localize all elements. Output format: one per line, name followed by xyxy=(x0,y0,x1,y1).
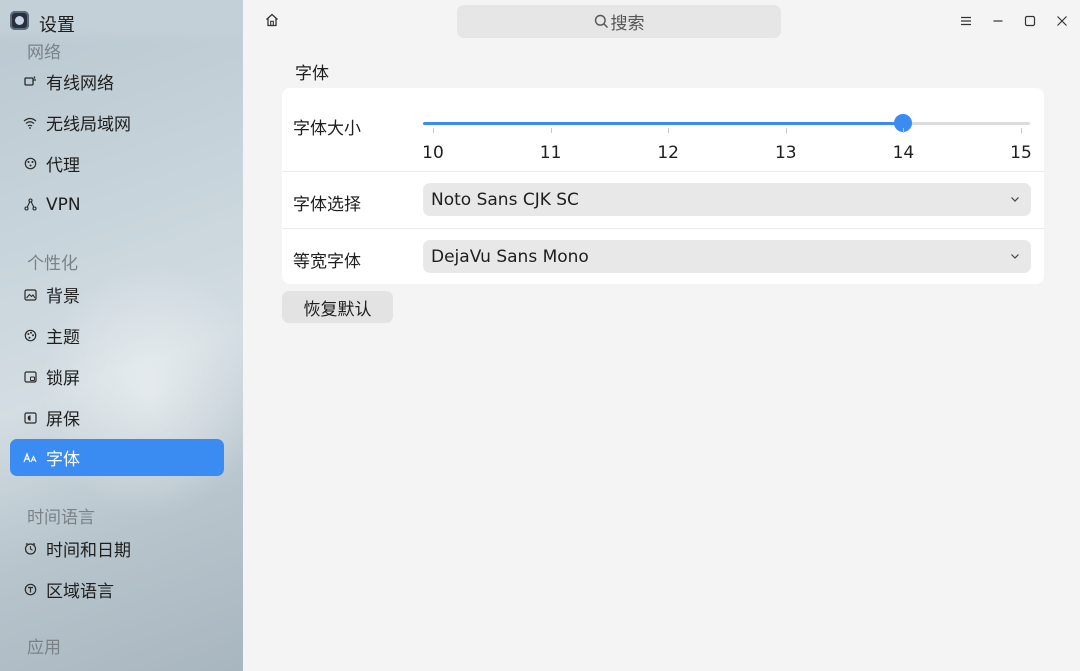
wifi-icon xyxy=(23,116,37,130)
sidebar-item-time-date[interactable]: 时间和日期 xyxy=(10,530,224,567)
wallpaper-icon xyxy=(23,288,37,302)
sidebar-item-wired-network[interactable]: 有线网络 xyxy=(10,63,224,100)
home-icon xyxy=(266,13,278,27)
chevron-down-icon xyxy=(1011,254,1019,259)
lock-screen-icon xyxy=(23,370,37,384)
sidebar-item-label: VPN xyxy=(46,194,81,215)
close-icon xyxy=(1057,16,1067,26)
sidebar-item-label: 时间和日期 xyxy=(46,541,131,561)
sidebar-item-lock-screen[interactable]: 锁屏 xyxy=(10,358,224,395)
clock-icon xyxy=(23,542,37,556)
search-placeholder: 搜索 xyxy=(610,14,645,34)
slider-fill xyxy=(423,122,904,125)
vpn-icon xyxy=(23,198,37,212)
sidebar-item-wallpaper[interactable]: 背景 xyxy=(10,276,224,313)
section-label-personalization: 个性化 xyxy=(27,254,78,274)
mono-font-dropdown[interactable]: DejaVu Sans Mono xyxy=(423,240,1031,273)
sidebar: 网络 有线网络 无线局域网 代理 VPN 个性化 背景 主题 锁屏 屏保 字体 … xyxy=(0,0,243,671)
settings-app-icon xyxy=(10,11,29,30)
minimize-icon xyxy=(993,20,1003,22)
search-icon xyxy=(594,14,608,28)
slider-tick-label: 15 xyxy=(1010,143,1032,163)
maximize-icon xyxy=(1024,15,1036,27)
font-size-label: 字体大小 xyxy=(293,119,361,139)
slider-tick-label: 12 xyxy=(657,143,680,163)
app-header: 设置 xyxy=(0,0,243,44)
palette-icon xyxy=(23,329,37,343)
slider-tick-label: 14 xyxy=(892,143,915,163)
sidebar-item-label: 有线网络 xyxy=(46,74,114,94)
slider-tick xyxy=(903,128,905,133)
font-size-slider[interactable] xyxy=(423,114,1030,132)
slider-tick xyxy=(668,128,670,133)
reset-default-button[interactable]: 恢复默认 xyxy=(282,291,393,323)
page-title: 字体 xyxy=(295,64,329,84)
sidebar-item-proxy[interactable]: 代理 xyxy=(10,145,224,182)
screensaver-icon xyxy=(23,411,37,425)
sidebar-item-label: 代理 xyxy=(46,156,80,176)
row-divider xyxy=(282,171,1044,172)
minimize-button[interactable] xyxy=(988,11,1008,31)
search-input[interactable]: 搜索 xyxy=(457,5,781,38)
row-divider xyxy=(282,228,1044,229)
maximize-button[interactable] xyxy=(1020,11,1040,31)
menu-button[interactable] xyxy=(956,11,976,31)
hamburger-menu-icon xyxy=(961,16,971,26)
mono-font-value: DejaVu Sans Mono xyxy=(431,246,589,267)
settings-window: 网络 有线网络 无线局域网 代理 VPN 个性化 背景 主题 锁屏 屏保 字体 … xyxy=(0,0,1080,671)
slider-tick-label: 11 xyxy=(539,143,562,163)
slider-tick xyxy=(785,128,787,133)
slider-tick xyxy=(550,128,552,133)
slider-tick xyxy=(433,128,434,133)
sidebar-item-label: 字体 xyxy=(46,450,80,470)
sidebar-item-vpn[interactable]: VPN xyxy=(10,186,224,223)
font-icon xyxy=(23,451,37,465)
mono-font-label: 等宽字体 xyxy=(293,252,361,272)
sidebar-item-screensaver[interactable]: 屏保 xyxy=(10,399,224,436)
sidebar-item-font[interactable]: 字体 xyxy=(10,439,224,476)
font-select-label: 字体选择 xyxy=(293,195,361,215)
font-select-value: Noto Sans CJK SC xyxy=(431,189,579,210)
sidebar-item-label: 背景 xyxy=(46,287,80,307)
sidebar-item-label: 锁屏 xyxy=(46,369,80,389)
slider-tick-label: 10 xyxy=(422,143,444,163)
home-button[interactable] xyxy=(264,12,280,28)
region-language-icon xyxy=(23,583,37,597)
close-button[interactable] xyxy=(1052,11,1072,31)
sidebar-item-region-language[interactable]: 区域语言 xyxy=(10,571,224,608)
section-label-apps: 应用 xyxy=(27,638,61,658)
chevron-down-icon xyxy=(1011,197,1019,202)
section-label-time-language: 时间语言 xyxy=(27,508,95,528)
app-title: 设置 xyxy=(39,15,75,36)
font-select-dropdown[interactable]: Noto Sans CJK SC xyxy=(423,183,1031,216)
slider-tick xyxy=(1021,128,1022,133)
sidebar-item-wifi[interactable]: 无线局域网 xyxy=(10,104,224,141)
sidebar-item-label: 无线局域网 xyxy=(46,115,131,135)
wired-network-icon xyxy=(23,75,37,89)
slider-tick-label: 13 xyxy=(774,143,797,163)
sidebar-item-label: 屏保 xyxy=(46,410,80,430)
sidebar-item-label: 区域语言 xyxy=(46,582,114,602)
sidebar-item-theme[interactable]: 主题 xyxy=(10,317,224,354)
sidebar-item-label: 主题 xyxy=(46,328,80,348)
proxy-icon xyxy=(23,157,37,171)
